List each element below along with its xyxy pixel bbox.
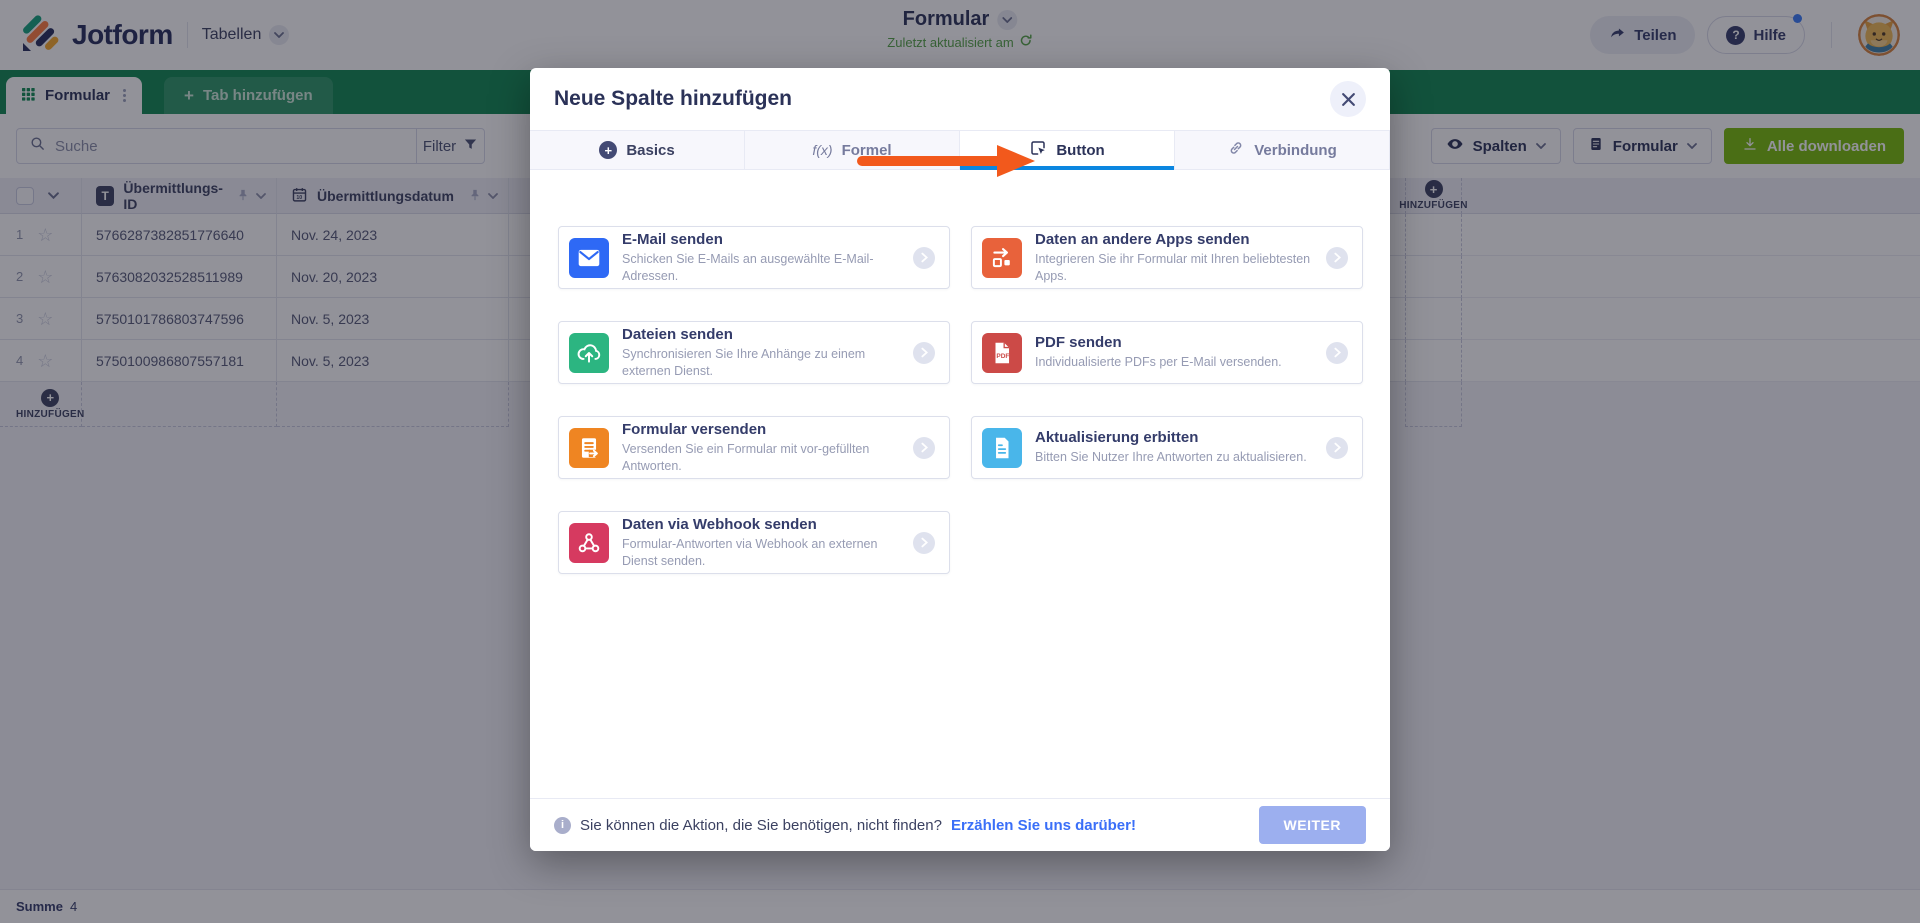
card-email-senden[interactable]: E-Mail senden Schicken Sie E-Mails an au…: [558, 226, 950, 289]
chevron-right-icon: [913, 341, 935, 364]
footer-info-text: Sie können die Aktion, die Sie benötigen…: [580, 816, 942, 834]
card-title: Dateien senden: [622, 326, 733, 344]
card-description: Synchronisieren Sie Ihre Anhänge zu eine…: [622, 347, 866, 378]
info-icon: i: [554, 816, 571, 834]
close-icon: [1341, 92, 1355, 106]
card-pdf-senden[interactable]: PDF PDF senden Individualisierte PDFs pe…: [971, 321, 1363, 384]
link-icon: [1227, 139, 1245, 161]
card-description: Bitten Sie Nutzer Ihre Antworten zu aktu…: [1035, 450, 1307, 465]
card-formular-versenden[interactable]: Formular versenden Versenden Sie ein For…: [558, 416, 950, 479]
card-daten-an-apps[interactable]: Daten an andere Apps senden Integrieren …: [971, 226, 1363, 289]
tab-button[interactable]: Button: [960, 131, 1175, 170]
tab-label: Basics: [626, 141, 675, 159]
card-title: Daten an andere Apps senden: [1035, 231, 1250, 249]
chevron-right-icon: [1326, 246, 1348, 269]
chevron-right-icon: [1326, 341, 1348, 364]
tab-verbindung[interactable]: Verbindung: [1175, 131, 1390, 169]
cloud-upload-icon: [569, 332, 609, 373]
card-dateien-senden[interactable]: Dateien senden Synchronisieren Sie Ihre …: [558, 321, 950, 384]
close-button[interactable]: [1330, 81, 1366, 117]
card-title: E-Mail senden: [622, 231, 723, 249]
chevron-right-icon: [913, 531, 935, 554]
modal-card-grid: E-Mail senden Schicken Sie E-Mails an au…: [530, 170, 1390, 798]
card-title: PDF senden: [1035, 334, 1122, 352]
modal-header: Neue Spalte hinzufügen: [530, 68, 1390, 130]
card-aktualisierung-erbitten[interactable]: Aktualisierung erbitten Bitten Sie Nutze…: [971, 416, 1363, 479]
tab-basics[interactable]: + Basics: [530, 131, 745, 169]
svg-text:PDF: PDF: [996, 352, 1009, 359]
add-column-modal: Neue Spalte hinzufügen + Basics f(x) For…: [530, 68, 1390, 851]
active-tab-underline: [960, 166, 1174, 170]
weiter-button[interactable]: WEITER: [1258, 806, 1366, 844]
footer-feedback-link[interactable]: Erzählen Sie uns darüber!: [951, 817, 1136, 834]
button-click-icon: [1029, 139, 1047, 161]
card-title: Formular versenden: [622, 421, 767, 439]
chevron-right-icon: [1326, 436, 1348, 459]
tab-formel[interactable]: f(x) Formel: [745, 131, 960, 169]
apps-icon: [982, 237, 1022, 278]
card-title: Aktualisierung erbitten: [1035, 429, 1199, 447]
jotform-tables-app: Jotform Tabellen Formular Zuletzt aktual…: [0, 0, 1920, 923]
modal-title: Neue Spalte hinzufügen: [554, 87, 793, 110]
pdf-icon: PDF: [982, 332, 1022, 373]
formula-icon: f(x): [812, 142, 833, 158]
tab-label: Button: [1056, 141, 1105, 159]
document-icon: [982, 427, 1022, 468]
card-title: Daten via Webhook senden: [622, 516, 817, 534]
tab-label: Verbindung: [1254, 141, 1337, 159]
webhook-icon: [569, 522, 609, 563]
card-description: Integrieren Sie ihr Formular mit Ihren b…: [1035, 252, 1311, 283]
plus-circle-icon: +: [599, 141, 618, 159]
card-description: Formular-Antworten via Webhook an extern…: [622, 537, 878, 568]
tab-label: Formel: [841, 141, 892, 159]
form-send-icon: [569, 427, 609, 468]
chevron-right-icon: [913, 436, 935, 459]
card-webhook-senden[interactable]: Daten via Webhook senden Formular-Antwor…: [558, 511, 950, 574]
card-description: Individualisierte PDFs per E-Mail versen…: [1035, 355, 1282, 370]
envelope-icon: [569, 237, 609, 278]
chevron-right-icon: [913, 246, 935, 269]
modal-tabs: + Basics f(x) Formel Button Verbindung: [530, 130, 1390, 177]
card-description: Schicken Sie E-Mails an ausgewählte E-Ma…: [622, 252, 874, 283]
card-description: Versenden Sie ein Formular mit vor-gefül…: [622, 442, 870, 473]
modal-footer: i Sie können die Aktion, die Sie benötig…: [530, 798, 1390, 851]
